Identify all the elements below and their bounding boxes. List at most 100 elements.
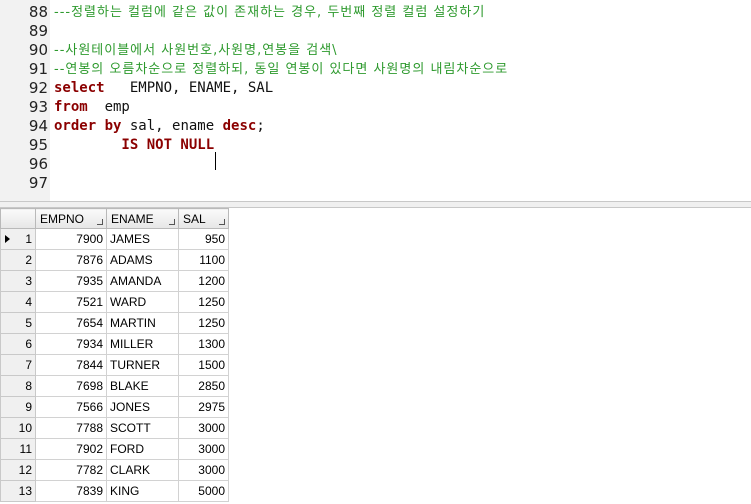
- row-indicator[interactable]: 12: [0, 459, 36, 481]
- code-line[interactable]: 94 order by sal, ename desc;: [0, 117, 751, 136]
- code-line[interactable]: 96: [0, 155, 751, 174]
- column-header-sal[interactable]: SAL: [178, 208, 229, 229]
- table-row[interactable]: 2 7876 ADAMS 1100: [0, 249, 229, 271]
- cell-ename[interactable]: CLARK: [106, 459, 179, 481]
- code-line[interactable]: 95 IS NOT NULL: [0, 136, 751, 155]
- filter-dropdown-icon[interactable]: [169, 219, 175, 225]
- table-row[interactable]: 3 7935 AMANDA 1200: [0, 270, 229, 292]
- table-row[interactable]: 1 7900 JAMES 950: [0, 228, 229, 250]
- table-row[interactable]: 12 7782 CLARK 3000: [0, 459, 229, 481]
- cell-ename[interactable]: BLAKE: [106, 375, 179, 397]
- cell-sal[interactable]: 1250: [178, 291, 229, 313]
- cell-empno[interactable]: 7654: [35, 312, 107, 334]
- cell-empno[interactable]: 7839: [35, 480, 107, 502]
- cell-empno[interactable]: 7900: [35, 228, 107, 250]
- row-indicator[interactable]: 11: [0, 438, 36, 460]
- code-text[interactable]: from emp: [54, 98, 130, 117]
- cell-ename[interactable]: KING: [106, 480, 179, 502]
- code-line[interactable]: 97: [0, 174, 751, 193]
- row-indicator[interactable]: 1: [0, 228, 36, 250]
- table-row[interactable]: 4 7521 WARD 1250: [0, 291, 229, 313]
- cell-ename[interactable]: AMANDA: [106, 270, 179, 292]
- code-text[interactable]: IS NOT NULL: [54, 136, 214, 155]
- cell-sal[interactable]: 5000: [178, 480, 229, 502]
- table-row[interactable]: 5 7654 MARTIN 1250: [0, 312, 229, 334]
- cell-empno[interactable]: 7521: [35, 291, 107, 313]
- cell-ename[interactable]: WARD: [106, 291, 179, 313]
- cell-sal[interactable]: 1500: [178, 354, 229, 376]
- sql-editor[interactable]: 88 ---정렬하는 컬럼에 같은 값이 존재하는 경우, 두번째 정렬 컬럼 설…: [0, 0, 751, 201]
- cell-sal[interactable]: 1250: [178, 312, 229, 334]
- row-indicator[interactable]: 2: [0, 249, 36, 271]
- cell-empno[interactable]: 7788: [35, 417, 107, 439]
- cell-sal[interactable]: 1200: [178, 270, 229, 292]
- code-text[interactable]: ---정렬하는 컬럼에 같은 값이 존재하는 경우, 두번째 정렬 컬럼 설정하…: [54, 3, 485, 22]
- sql-text: emp: [87, 99, 130, 115]
- column-header-empno[interactable]: EMPNO: [35, 208, 107, 229]
- cell-ename[interactable]: SCOTT: [106, 417, 179, 439]
- code-line[interactable]: 91 --연봉의 오름차순으로 정렬하되, 동일 연봉이 있다면 사원명의 내림차…: [0, 60, 751, 79]
- table-row[interactable]: 8 7698 BLAKE 2850: [0, 375, 229, 397]
- cell-sal[interactable]: 950: [178, 228, 229, 250]
- row-indicator[interactable]: 9: [0, 396, 36, 418]
- cell-empno[interactable]: 7934: [35, 333, 107, 355]
- code-line[interactable]: 92 select EMPNO, ENAME, SAL: [0, 79, 751, 98]
- code-line[interactable]: 93 from emp: [0, 98, 751, 117]
- cell-value: SCOTT: [110, 421, 151, 435]
- cell-sal[interactable]: 2850: [178, 375, 229, 397]
- row-indicator[interactable]: 5: [0, 312, 36, 334]
- table-row[interactable]: 13 7839 KING 5000: [0, 480, 229, 502]
- cell-ename[interactable]: MARTIN: [106, 312, 179, 334]
- table-row[interactable]: 6 7934 MILLER 1300: [0, 333, 229, 355]
- row-indicator[interactable]: 8: [0, 375, 36, 397]
- table-row[interactable]: 11 7902 FORD 3000: [0, 438, 229, 460]
- code-line[interactable]: 90 --사원테이블에서 사원번호,사원명,연봉을 검색\: [0, 41, 751, 60]
- table-row[interactable]: 7 7844 TURNER 1500: [0, 354, 229, 376]
- code-text[interactable]: order by sal, ename desc;: [54, 117, 265, 136]
- cell-empno[interactable]: 7902: [35, 438, 107, 460]
- code-text[interactable]: select EMPNO, ENAME, SAL: [54, 79, 273, 98]
- cell-empno[interactable]: 7698: [35, 375, 107, 397]
- cell-empno[interactable]: 7844: [35, 354, 107, 376]
- cell-ename[interactable]: ADAMS: [106, 249, 179, 271]
- column-header-ename[interactable]: ENAME: [106, 208, 179, 229]
- filter-dropdown-icon[interactable]: [219, 219, 225, 225]
- cell-empno[interactable]: 7566: [35, 396, 107, 418]
- cell-ename[interactable]: TURNER: [106, 354, 179, 376]
- pane-splitter[interactable]: [0, 201, 751, 208]
- cell-sal[interactable]: 1300: [178, 333, 229, 355]
- cell-sal[interactable]: 3000: [178, 438, 229, 460]
- line-number: 97: [28, 174, 48, 192]
- cell-value: 1200: [198, 274, 225, 288]
- cell-sal[interactable]: 3000: [178, 417, 229, 439]
- cell-ename[interactable]: JONES: [106, 396, 179, 418]
- grid-corner-cell[interactable]: [0, 208, 36, 229]
- cell-ename[interactable]: MILLER: [106, 333, 179, 355]
- row-indicator[interactable]: 13: [0, 480, 36, 502]
- cell-sal[interactable]: 1100: [178, 249, 229, 271]
- cell-sal[interactable]: 2975: [178, 396, 229, 418]
- code-text[interactable]: --사원테이블에서 사원번호,사원명,연봉을 검색\: [54, 41, 338, 60]
- table-row[interactable]: 9 7566 JONES 2975: [0, 396, 229, 418]
- row-indicator[interactable]: 4: [0, 291, 36, 313]
- code-text[interactable]: --연봉의 오름차순으로 정렬하되, 동일 연봉이 있다면 사원명의 내림차순으…: [54, 60, 508, 79]
- filter-dropdown-icon[interactable]: [97, 219, 103, 225]
- code-line[interactable]: 89: [0, 22, 751, 41]
- cell-empno[interactable]: 7935: [35, 270, 107, 292]
- cell-value: 10: [18, 421, 32, 435]
- result-grid[interactable]: EMPNO ENAME SAL 1 7900 JAMES 950 2 7876 ADAMS 1…: [0, 208, 229, 502]
- cell-empno[interactable]: 7876: [35, 249, 107, 271]
- cell-value: 12: [18, 463, 32, 477]
- cell-ename[interactable]: FORD: [106, 438, 179, 460]
- row-indicator[interactable]: 6: [0, 333, 36, 355]
- row-indicator[interactable]: 3: [0, 270, 36, 292]
- row-indicator[interactable]: 7: [0, 354, 36, 376]
- code-line[interactable]: 88 ---정렬하는 컬럼에 같은 값이 존재하는 경우, 두번째 정렬 컬럼 설…: [0, 3, 751, 22]
- row-indicator[interactable]: 10: [0, 417, 36, 439]
- column-header-label: EMPNO: [40, 211, 85, 226]
- cell-ename[interactable]: JAMES: [106, 228, 179, 250]
- cell-value: CLARK: [110, 463, 151, 477]
- table-row[interactable]: 10 7788 SCOTT 3000: [0, 417, 229, 439]
- cell-empno[interactable]: 7782: [35, 459, 107, 481]
- cell-sal[interactable]: 3000: [178, 459, 229, 481]
